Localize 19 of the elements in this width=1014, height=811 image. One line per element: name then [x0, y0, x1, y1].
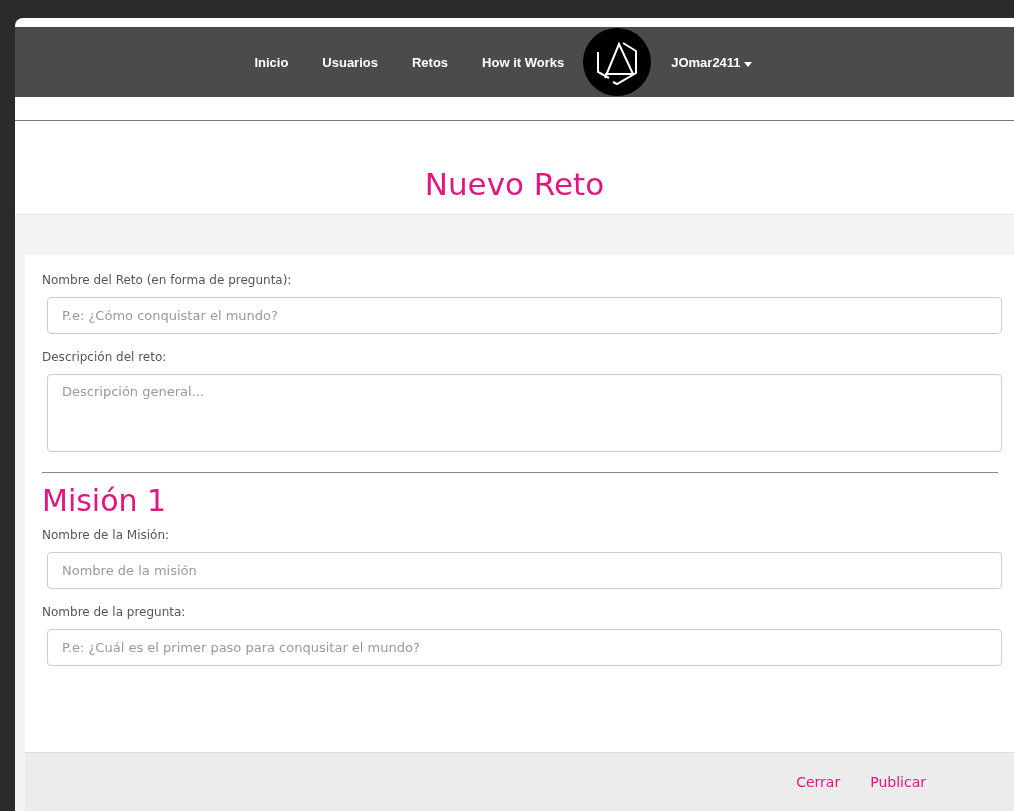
nav-link[interactable]: Usuarios — [305, 54, 395, 70]
nav-link[interactable]: Retos — [394, 54, 466, 70]
field-label: Nombre de la pregunta: — [42, 605, 187, 619]
nav-link[interactable]: How it Works — [465, 54, 582, 70]
field-label: Descripción del reto: — [42, 350, 168, 364]
logo-icon[interactable] — [583, 28, 652, 96]
footer-button[interactable]: Publicar — [862, 770, 934, 794]
caret-icon — [743, 61, 752, 67]
mission-title: Misión 1 — [42, 483, 168, 518]
input-field[interactable]: P.e: ¿Cuál es el primer paso para conqusitar el mundo? — [47, 629, 1002, 666]
page-title: Nuevo Reto — [424, 164, 605, 202]
input-field[interactable]: P.e: ¿Cómo conquistar el mundo? — [47, 297, 1002, 334]
description-field[interactable]: Descripción general... — [47, 374, 1002, 452]
nav-link[interactable]: Inicio — [237, 54, 306, 70]
footer-button[interactable]: Cerrar — [788, 770, 849, 794]
input-field[interactable]: Nombre de la misión — [47, 552, 1002, 589]
user-menu[interactable]: JOmar2411 — [671, 54, 752, 70]
field-label: Nombre de la Misión: — [42, 528, 171, 542]
field-label: Nombre del Reto (en forma de pregunta): — [42, 273, 293, 287]
